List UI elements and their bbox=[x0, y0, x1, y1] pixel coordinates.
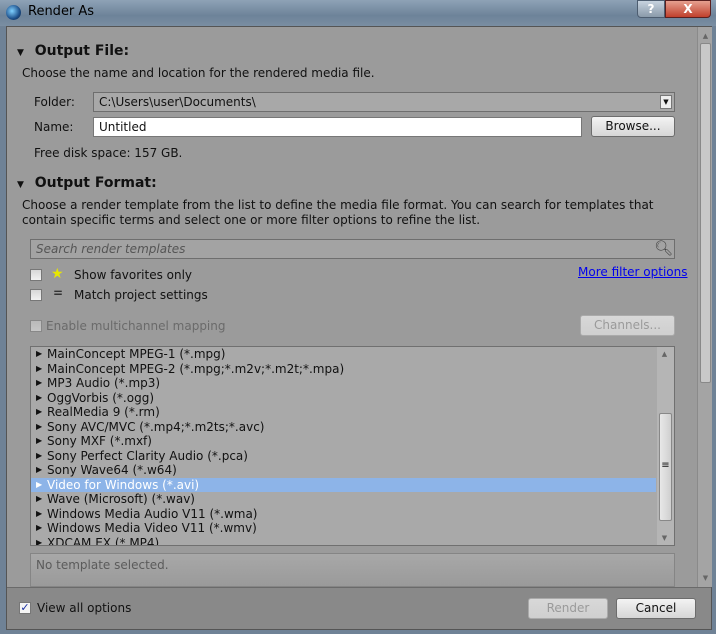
template-list[interactable]: ▶ MainConcept MPEG-1 (*.mpg) ▶ MainConcept … bbox=[30, 346, 675, 546]
template-list-item[interactable]: ▶ Video for Windows (*.avi) bbox=[31, 477, 656, 493]
expand-triangle-icon[interactable]: ▶ bbox=[36, 492, 42, 507]
expand-triangle-icon[interactable]: ▶ bbox=[36, 478, 42, 493]
template-name: Wave (Microsoft) (*.wav) bbox=[47, 492, 195, 506]
match-project-label: Match project settings bbox=[74, 288, 208, 302]
search-icon[interactable]: 🔍︎ bbox=[654, 239, 673, 257]
favorites-checkbox[interactable] bbox=[30, 269, 42, 281]
template-list-item[interactable]: ▶ MP3 Audio (*.mp3) bbox=[31, 376, 656, 391]
more-filter-options-link[interactable]: More filter options bbox=[578, 265, 688, 279]
list-scrollbar[interactable]: ▲ ≡ ▼ bbox=[657, 347, 674, 545]
favorites-label: Show favorites only bbox=[74, 268, 193, 282]
template-name: MP3 Audio (*.mp3) bbox=[47, 376, 161, 390]
footer: ✓ View all options Render Cancel bbox=[7, 587, 711, 629]
template-name: Windows Media Video V11 (*.wmv) bbox=[47, 521, 257, 535]
folder-label: Folder: bbox=[34, 95, 75, 109]
expand-triangle-icon[interactable]: ▶ bbox=[36, 434, 42, 449]
template-name: Sony Wave64 (*.w64) bbox=[47, 463, 177, 477]
expand-triangle-icon[interactable]: ▶ bbox=[36, 463, 42, 478]
render-button[interactable]: Render bbox=[528, 598, 608, 619]
folder-dropdown[interactable]: C:\Users\user\Documents\ ▼ bbox=[93, 92, 675, 112]
scroll-down-icon[interactable]: ▼ bbox=[657, 531, 672, 545]
multichannel-label: Enable multichannel mapping bbox=[46, 319, 226, 333]
search-input[interactable]: Search render templates bbox=[30, 239, 675, 259]
browse-button[interactable]: Browse... bbox=[591, 116, 675, 137]
template-name: OggVorbis (*.ogg) bbox=[47, 390, 155, 405]
expand-triangle-icon[interactable]: ▶ bbox=[36, 405, 42, 420]
equals-icon: = bbox=[53, 286, 64, 300]
template-list-item[interactable]: ▶ Windows Media Video V11 (*.wmv) bbox=[31, 521, 656, 536]
template-list-item[interactable]: ▶ Sony MXF (*.mxf) bbox=[31, 434, 656, 449]
template-name: Sony MXF (*.mxf) bbox=[47, 434, 152, 448]
template-list-item[interactable]: ▶ Wave (Microsoft) (*.wav) bbox=[31, 492, 656, 507]
template-list-item[interactable]: ▶ OggVorbis (*.ogg) bbox=[31, 391, 656, 406]
folder-value: C:\Users\user\Documents\ bbox=[99, 95, 256, 109]
expand-triangle-icon[interactable]: ▶ bbox=[36, 536, 42, 546]
cancel-button[interactable]: Cancel bbox=[616, 598, 696, 619]
close-button[interactable]: X bbox=[665, 0, 711, 18]
title-bar: Render As ? X bbox=[0, 0, 716, 26]
scrollbar-thumb[interactable] bbox=[700, 43, 711, 383]
template-list-item[interactable]: ▶ RealMedia 9 (*.rm) bbox=[31, 405, 656, 420]
help-button[interactable]: ? bbox=[637, 0, 665, 18]
template-list-item[interactable]: ▶ Windows Media Audio V11 (*.wma) bbox=[31, 507, 656, 522]
expand-triangle-icon[interactable]: ▶ bbox=[36, 420, 42, 435]
view-all-options-checkbox[interactable]: ✓ bbox=[19, 602, 31, 614]
output-format-description: Choose a render template from the list t… bbox=[22, 198, 654, 227]
options-panel: ▼ Output File: Choose the name and locat… bbox=[7, 27, 697, 587]
template-list-item[interactable]: ▶ Sony Wave64 (*.w64) bbox=[31, 463, 656, 478]
expand-triangle-icon[interactable]: ▶ bbox=[36, 376, 42, 391]
dialog-body: ▼ Output File: Choose the name and locat… bbox=[6, 26, 712, 630]
template-name: MainConcept MPEG-1 (*.mpg) bbox=[47, 347, 226, 361]
template-list-item[interactable]: ▶ MainConcept MPEG-2 (*.mpg;*.m2v;*.m2t;*… bbox=[31, 362, 656, 377]
expand-triangle-icon[interactable]: ▶ bbox=[36, 449, 42, 464]
template-list-item[interactable]: ▶ MainConcept MPEG-1 (*.mpg) bbox=[31, 347, 656, 362]
multichannel-checkbox[interactable] bbox=[30, 320, 42, 332]
scroll-up-icon[interactable]: ▲ bbox=[657, 347, 672, 361]
output-file-heading: Output File: bbox=[34, 43, 130, 59]
expand-triangle-icon[interactable]: ▶ bbox=[36, 347, 42, 362]
template-list-item[interactable]: ▶ XDCAM EX (*.MP4) bbox=[31, 535, 656, 546]
output-file-section-toggle[interactable]: ▼ Output File: bbox=[17, 43, 129, 59]
template-list-item[interactable]: ▶ Sony Perfect Clarity Audio (*.pca) bbox=[31, 449, 656, 464]
window-title: Render As bbox=[28, 4, 95, 19]
output-file-description: Choose the name and location for the ren… bbox=[22, 66, 375, 80]
template-list-item[interactable]: ▶ Sony AVC/MVC (*.mp4;*.m2ts;*.avc) bbox=[31, 420, 656, 435]
template-name: Video for Windows (*.avi) bbox=[47, 477, 200, 492]
name-label: Name: bbox=[34, 120, 74, 134]
expand-triangle-icon[interactable]: ▶ bbox=[36, 507, 42, 522]
channels-button[interactable]: Channels... bbox=[580, 315, 675, 336]
template-name: Sony Perfect Clarity Audio (*.pca) bbox=[47, 448, 248, 463]
panel-scrollbar[interactable]: ▲ ▼ bbox=[697, 27, 712, 587]
view-all-options-label: View all options bbox=[37, 601, 132, 615]
name-input[interactable]: Untitled bbox=[93, 117, 582, 137]
scroll-up-icon[interactable]: ▲ bbox=[698, 29, 713, 43]
template-name: XDCAM EX (*.MP4) bbox=[47, 535, 160, 546]
template-status: No template selected. bbox=[30, 553, 675, 587]
free-disk-space: Free disk space: 157 GB. bbox=[34, 146, 183, 160]
template-name: Windows Media Audio V11 (*.wma) bbox=[47, 506, 258, 521]
scrollbar-thumb[interactable]: ≡ bbox=[659, 413, 672, 521]
app-icon bbox=[6, 5, 21, 20]
output-format-heading: Output Format: bbox=[34, 175, 157, 191]
template-name: RealMedia 9 (*.rm) bbox=[47, 405, 160, 419]
collapse-triangle-icon: ▼ bbox=[17, 48, 24, 58]
expand-triangle-icon[interactable]: ▶ bbox=[36, 362, 42, 377]
template-name: MainConcept MPEG-2 (*.mpg;*.m2v;*.m2t;*.… bbox=[47, 361, 345, 376]
star-icon: ★ bbox=[51, 266, 64, 282]
match-project-checkbox[interactable] bbox=[30, 289, 42, 301]
expand-triangle-icon[interactable]: ▶ bbox=[36, 391, 42, 406]
collapse-triangle-icon: ▼ bbox=[17, 180, 24, 190]
expand-triangle-icon[interactable]: ▶ bbox=[36, 521, 42, 536]
output-format-section-toggle[interactable]: ▼ Output Format: bbox=[17, 175, 157, 191]
chevron-down-icon[interactable]: ▼ bbox=[660, 95, 672, 109]
scroll-down-icon[interactable]: ▼ bbox=[698, 571, 713, 585]
template-name: Sony AVC/MVC (*.mp4;*.m2ts;*.avc) bbox=[47, 419, 265, 434]
